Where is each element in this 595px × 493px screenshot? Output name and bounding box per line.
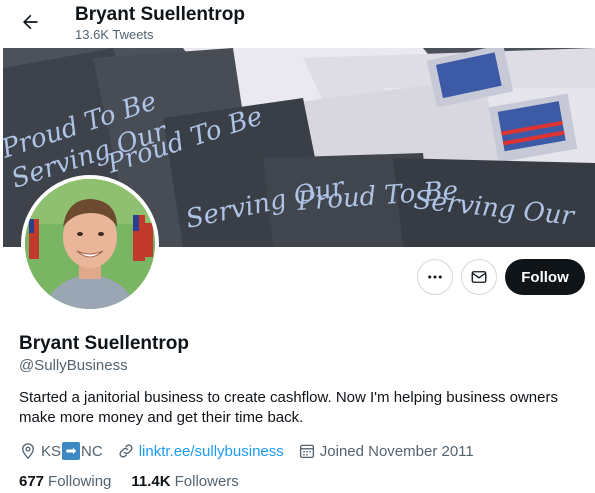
- link-icon: [119, 444, 133, 458]
- profile-meta: KS ➡ NC linktr.ee/sullybusiness Joined N…: [19, 441, 488, 461]
- location: KS ➡ NC: [19, 442, 103, 460]
- joined-text: Joined November 2011: [319, 442, 474, 460]
- more-options-button[interactable]: [417, 259, 453, 295]
- follow-button[interactable]: Follow: [505, 259, 585, 295]
- location-to: NC: [81, 442, 103, 460]
- following-count: 677: [19, 473, 45, 490]
- profile-bio: Started a janitorial business to create …: [19, 389, 558, 426]
- profile-avatar[interactable]: [21, 175, 159, 313]
- header-tweet-count: 13.6K Tweets: [75, 27, 154, 42]
- followers-label: Followers: [174, 473, 239, 490]
- profile-name: Bryant Suellentrop: [19, 333, 189, 354]
- message-button[interactable]: [461, 259, 497, 295]
- follow-stats: 677 Following 11.4K Followers: [19, 473, 259, 490]
- followers-link[interactable]: 11.4K Followers: [131, 473, 238, 490]
- more-horizontal-icon: [428, 275, 442, 279]
- back-arrow-icon: [23, 14, 38, 30]
- following-label: Following: [48, 473, 112, 490]
- back-button[interactable]: [14, 6, 46, 38]
- following-link[interactable]: 677 Following: [19, 473, 111, 490]
- right-arrow-icon: ➡: [62, 442, 81, 460]
- top-bar: Bryant Suellentrop 13.6K Tweets: [0, 0, 595, 48]
- calendar-icon: [299, 444, 314, 459]
- profile-handle: @SullyBusiness: [19, 357, 128, 374]
- followers-count: 11.4K: [131, 473, 171, 490]
- location-from: KS: [41, 442, 62, 460]
- join-date: Joined November 2011: [298, 442, 474, 460]
- website-link[interactable]: linktr.ee/sullybusiness: [139, 443, 284, 460]
- envelope-icon: [471, 271, 487, 283]
- location-pin-icon: [22, 443, 34, 460]
- website[interactable]: linktr.ee/sullybusiness: [117, 442, 284, 460]
- header-name: Bryant Suellentrop: [75, 4, 245, 25]
